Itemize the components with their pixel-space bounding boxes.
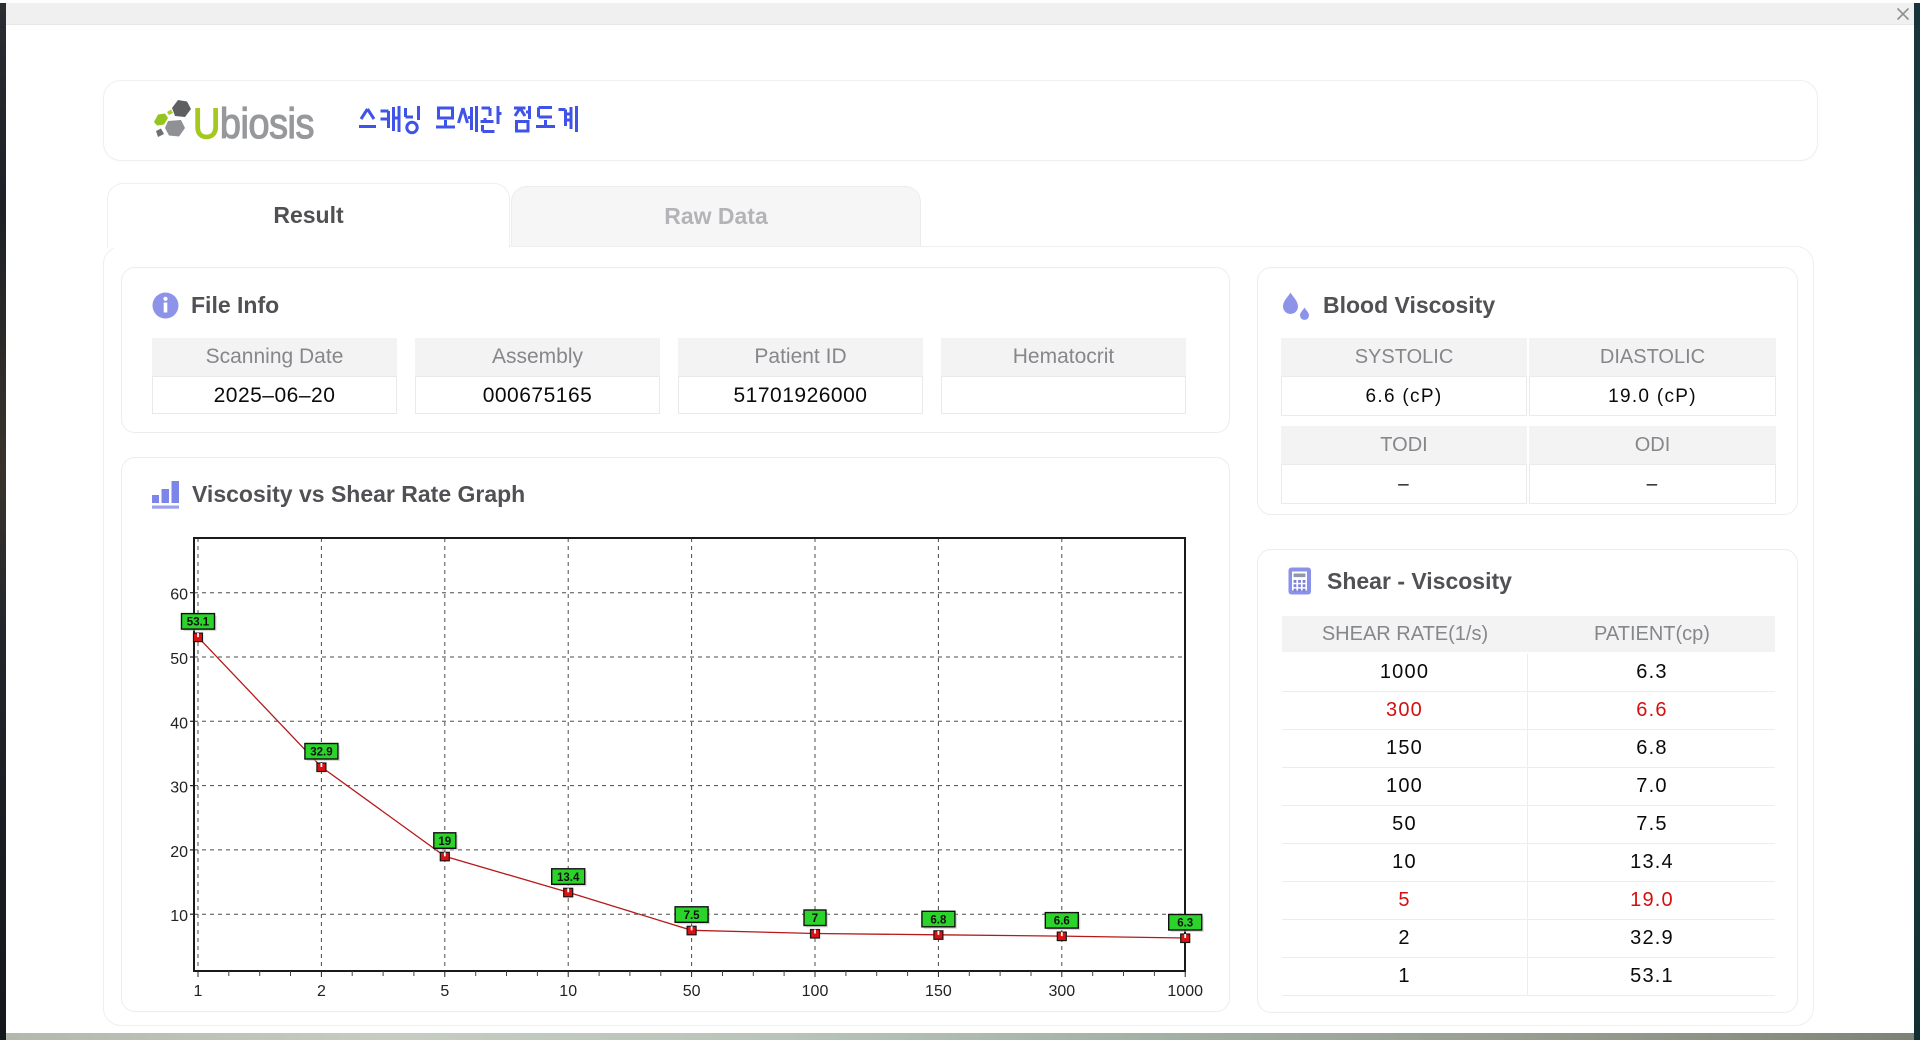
svg-text:10: 10 [559, 983, 577, 1000]
svg-text:53.1: 53.1 [187, 617, 210, 629]
svg-text:32.9: 32.9 [310, 747, 332, 759]
svg-text:19: 19 [438, 836, 451, 848]
svg-text:1000: 1000 [1167, 983, 1203, 1000]
svg-text:10: 10 [170, 908, 188, 925]
svg-text:100: 100 [802, 983, 829, 1000]
svg-text:50: 50 [683, 983, 701, 1000]
svg-text:40: 40 [170, 715, 188, 732]
svg-text:6.3: 6.3 [1177, 918, 1193, 930]
svg-text:1: 1 [194, 983, 203, 1000]
svg-text:7: 7 [812, 913, 818, 925]
svg-text:6.6: 6.6 [1054, 916, 1070, 928]
svg-text:2: 2 [317, 983, 326, 1000]
svg-text:150: 150 [925, 983, 952, 1000]
svg-text:30: 30 [170, 780, 188, 797]
svg-text:300: 300 [1048, 983, 1075, 1000]
svg-text:13.4: 13.4 [557, 872, 580, 884]
svg-text:20: 20 [170, 844, 188, 861]
svg-text:5: 5 [440, 983, 449, 1000]
svg-text:60: 60 [170, 587, 188, 604]
svg-text:50: 50 [170, 651, 188, 668]
svg-text:6.8: 6.8 [930, 914, 947, 926]
svg-text:7.5: 7.5 [684, 910, 701, 922]
